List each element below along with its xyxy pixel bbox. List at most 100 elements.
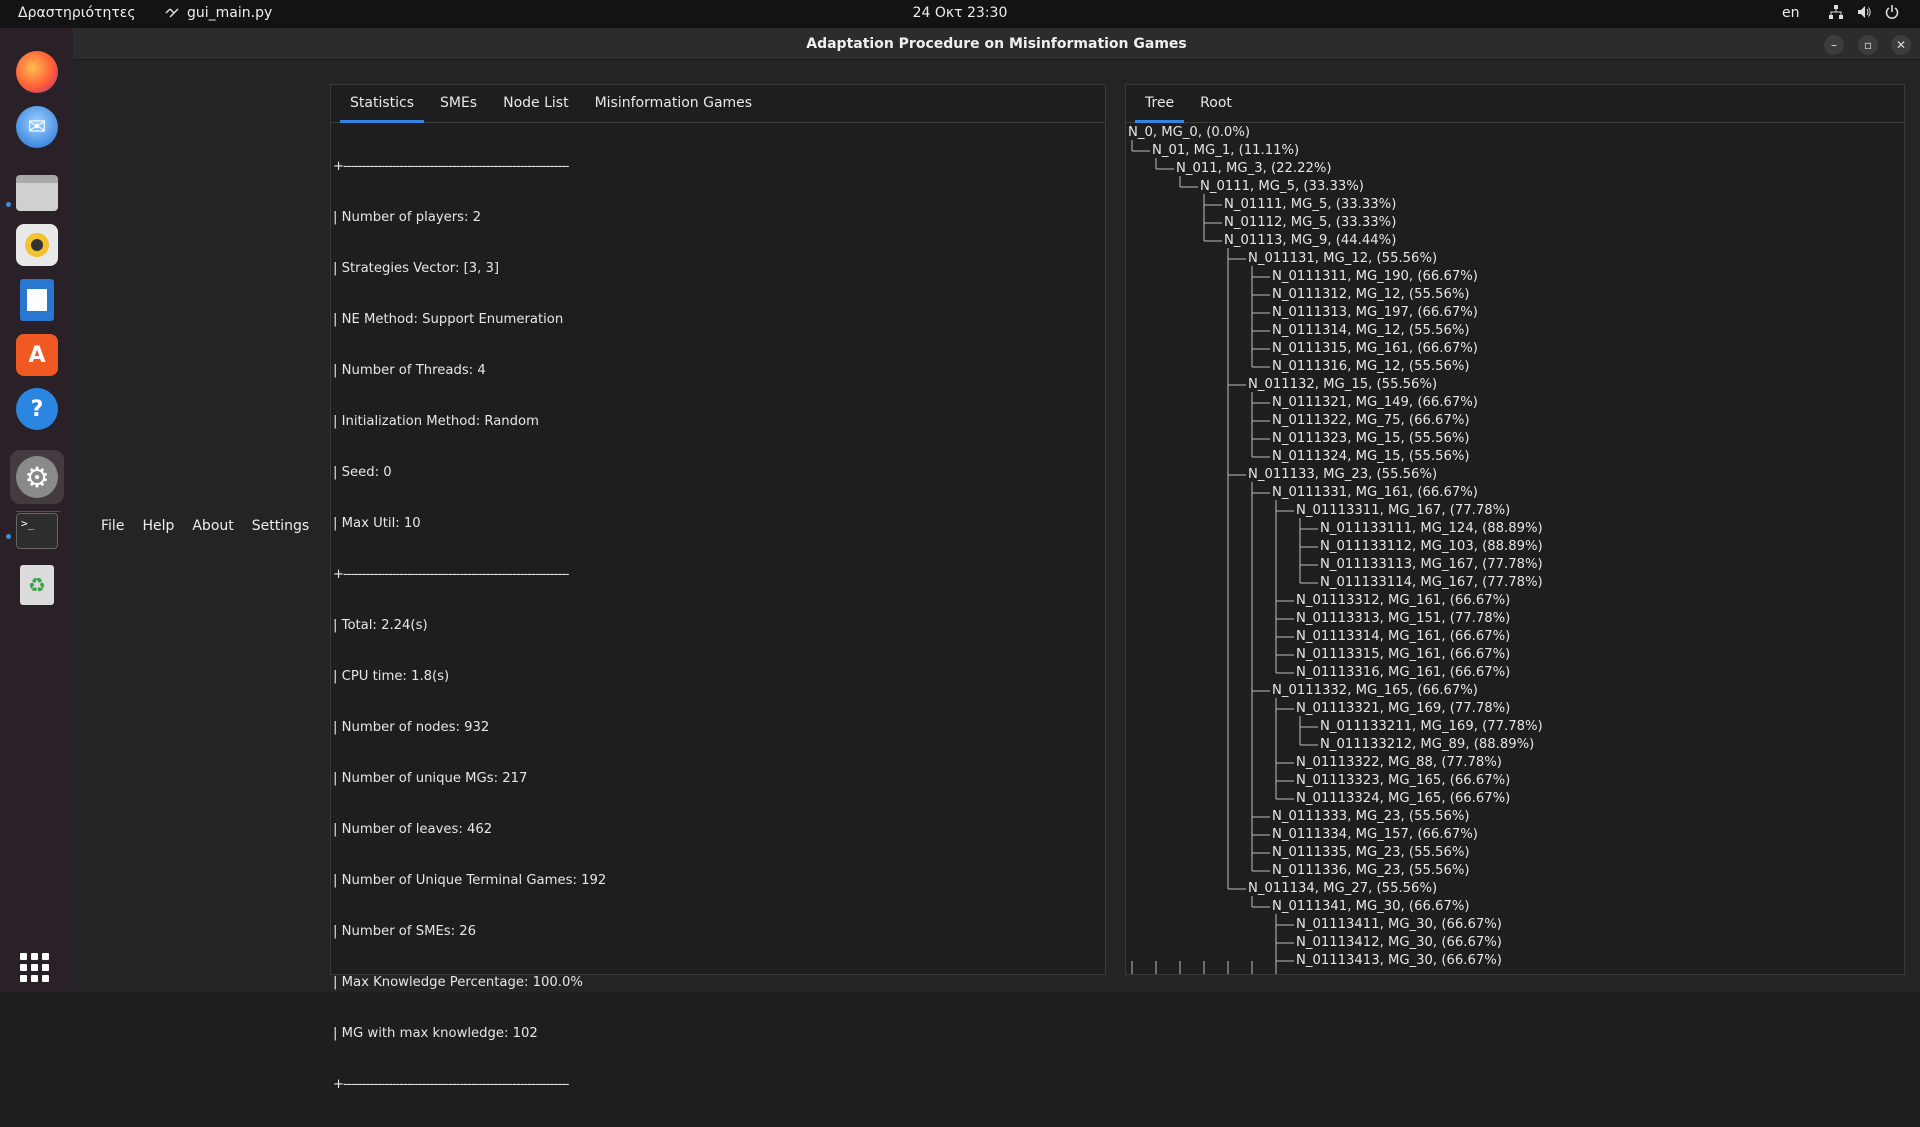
tree-node[interactable]: N_01113314, MG_161, (66.67%)	[1296, 628, 1510, 646]
tree-node[interactable]: N_011133, MG_23, (55.56%)	[1248, 466, 1437, 484]
tree-node[interactable]: N_0111335, MG_23, (55.56%)	[1272, 844, 1470, 862]
tab-statistics[interactable]: Statistics	[340, 85, 424, 123]
menu-settings[interactable]: Settings	[252, 518, 309, 534]
tree-node[interactable]: N_0111324, MG_15, (55.56%)	[1272, 448, 1470, 466]
close-button[interactable]: ✕	[1891, 35, 1911, 55]
files-launcher[interactable]	[10, 166, 64, 220]
tab-tree[interactable]: Tree	[1135, 85, 1185, 123]
tree-node[interactable]: N_011134, MG_27, (55.56%)	[1248, 880, 1437, 898]
software-launcher[interactable]: A	[10, 328, 64, 382]
rhythmbox-launcher[interactable]	[10, 218, 64, 272]
tree-node[interactable]: N_0111322, MG_75, (66.67%)	[1272, 412, 1470, 430]
tree-panel: Tree Root N_0, MG_0, (0.0%) N_01, MG_1, (…	[1125, 84, 1905, 975]
tree-node[interactable]: N_01113311, MG_167, (77.78%)	[1296, 502, 1510, 520]
writer-launcher[interactable]	[10, 273, 64, 327]
tree-node[interactable]: N_0111331, MG_161, (66.67%)	[1272, 484, 1478, 502]
language-indicator[interactable]: en	[1782, 5, 1800, 21]
tab-smes[interactable]: SMEs	[430, 85, 487, 123]
show-apps-button[interactable]	[20, 953, 49, 982]
separator-line: +---------------------------------------…	[333, 1077, 570, 1092]
tree-node[interactable]: N_0111333, MG_23, (55.56%)	[1272, 808, 1470, 826]
maximize-button[interactable]: ▫	[1858, 35, 1878, 55]
tree-node[interactable]: N_0111311, MG_190, (66.67%)	[1272, 268, 1478, 286]
tree-node[interactable]: N_0111341, MG_30, (66.67%)	[1272, 898, 1470, 916]
tree-node[interactable]: N_01113411, MG_30, (66.67%)	[1296, 916, 1502, 934]
stat-leaves: | Number of leaves: 462	[333, 822, 493, 837]
tree-node[interactable]: N_01112, MG_5, (33.33%)	[1224, 214, 1396, 232]
activities-button[interactable]: Δραστηριότητες	[18, 5, 136, 21]
tree-node[interactable]: N_01113316, MG_161, (66.67%)	[1296, 664, 1510, 682]
tree-node[interactable]: N_011133212, MG_89, (88.89%)	[1320, 736, 1534, 754]
tree-node[interactable]: N_0111313, MG_197, (66.67%)	[1272, 304, 1478, 322]
tree-node[interactable]: N_01113323, MG_165, (66.67%)	[1296, 772, 1510, 790]
tab-misinformation-games[interactable]: Misinformation Games	[585, 85, 763, 123]
volume-icon	[1858, 6, 1871, 18]
menu-help[interactable]: Help	[142, 518, 174, 534]
right-tab-bar: Tree Root	[1126, 85, 1904, 123]
tree-node[interactable]: N_01113315, MG_161, (66.67%)	[1296, 646, 1510, 664]
help-launcher[interactable]: ?	[10, 382, 64, 436]
top-bar: Δραστηριότητες gui_main.py 24 Οκτ 23:30 …	[0, 0, 1920, 28]
tab-node-list[interactable]: Node List	[493, 85, 578, 123]
tree-node[interactable]: N_01113313, MG_151, (77.78%)	[1296, 610, 1510, 628]
tree-node[interactable]: N_01111, MG_5, (33.33%)	[1224, 196, 1396, 214]
settings-icon: ⚙	[16, 456, 58, 498]
tree-node[interactable]: N_0111, MG_5, (33.33%)	[1200, 178, 1364, 196]
tree-node[interactable]: N_0111321, MG_149, (66.67%)	[1272, 394, 1478, 412]
app-icon	[165, 8, 179, 18]
stat-max-util: | Max Util: 10	[333, 516, 421, 531]
tree-node[interactable]: N_01113322, MG_88, (77.78%)	[1296, 754, 1502, 772]
settings-launcher[interactable]: ⚙	[10, 450, 64, 504]
minimize-button[interactable]: –	[1824, 35, 1844, 55]
tree-node[interactable]: N_01113312, MG_161, (66.67%)	[1296, 592, 1510, 610]
app-name: gui_main.py	[187, 5, 273, 21]
tree-node[interactable]: N_0111314, MG_12, (55.56%)	[1272, 322, 1470, 340]
tree-node[interactable]: N_0111323, MG_15, (55.56%)	[1272, 430, 1470, 448]
dock: ✉ A ? ⚙ >_ ♻	[0, 28, 73, 992]
tree-node[interactable]: N_011131, MG_12, (55.56%)	[1248, 250, 1437, 268]
statistics-panel: Statistics SMEs Node List Misinformation…	[330, 84, 1106, 1092]
menu-file[interactable]: File	[101, 518, 124, 534]
trash-launcher[interactable]: ♻	[10, 558, 64, 612]
tree-node[interactable]: N_0111312, MG_12, (55.56%)	[1272, 286, 1470, 304]
tree-node[interactable]: N_011133112, MG_103, (88.89%)	[1320, 538, 1543, 556]
tree-node[interactable]: N_0111315, MG_161, (66.67%)	[1272, 340, 1478, 358]
tree-node[interactable]: N_01113, MG_9, (44.44%)	[1224, 232, 1396, 250]
tree-node[interactable]: N_01113321, MG_169, (77.78%)	[1296, 700, 1510, 718]
stat-cpu-time: | CPU time: 1.8(s)	[333, 669, 450, 684]
tree-node[interactable]: N_0111332, MG_165, (66.67%)	[1272, 682, 1478, 700]
statistics-text: +---------------------------------------…	[331, 123, 1105, 1127]
clock[interactable]: 24 Οκτ 23:30	[913, 5, 1008, 21]
tab-root[interactable]: Root	[1190, 85, 1242, 123]
thunderbird-launcher[interactable]: ✉	[10, 100, 64, 154]
tree-node[interactable]: N_01, MG_1, (11.11%)	[1152, 142, 1299, 160]
tree-node[interactable]: N_01113413, MG_30, (66.67%)	[1296, 952, 1502, 970]
tree-node[interactable]: N_0, MG_0, (0.0%)	[1128, 124, 1250, 142]
stat-smes: | Number of SMEs: 26	[333, 924, 477, 939]
tree-node[interactable]: N_011, MG_3, (22.22%)	[1176, 160, 1332, 178]
tree-node[interactable]: N_0111334, MG_157, (66.67%)	[1272, 826, 1478, 844]
trash-icon: ♻	[20, 565, 54, 605]
stat-max-knowledge: | Max Knowledge Percentage: 100.0%	[333, 975, 583, 990]
stat-players: | Number of players: 2	[333, 210, 482, 225]
terminal-launcher[interactable]: >_	[10, 504, 64, 558]
firefox-launcher[interactable]	[10, 45, 64, 99]
thunderbird-icon: ✉	[16, 106, 58, 148]
menu-about[interactable]: About	[192, 518, 233, 534]
tree-node[interactable]: N_011132, MG_15, (55.56%)	[1248, 376, 1437, 394]
system-tray[interactable]	[1828, 4, 1900, 20]
stat-mg-max-knowledge: | MG with max knowledge: 102	[333, 1026, 538, 1041]
stat-total: | Total: 2.24(s)	[333, 618, 428, 633]
tree-node[interactable]: N_0111316, MG_12, (55.56%)	[1272, 358, 1470, 376]
tree-node[interactable]: N_011133113, MG_167, (77.78%)	[1320, 556, 1543, 574]
files-icon	[16, 175, 58, 211]
tree-node[interactable]: N_01113412, MG_30, (66.67%)	[1296, 934, 1502, 952]
tree-node[interactable]: N_01113324, MG_165, (66.67%)	[1296, 790, 1510, 808]
tree-node[interactable]: N_011133211, MG_169, (77.78%)	[1320, 718, 1543, 736]
tree-node[interactable]: N_011133111, MG_124, (88.89%)	[1320, 520, 1543, 538]
title-bar[interactable]: Adaptation Procedure on Misinformation G…	[73, 28, 1920, 60]
tree-node[interactable]: N_011133114, MG_167, (77.78%)	[1320, 574, 1543, 592]
terminal-icon: >_	[16, 513, 58, 549]
tree-node[interactable]: N_0111336, MG_23, (55.56%)	[1272, 862, 1470, 880]
app-menu[interactable]: gui_main.py	[165, 5, 272, 21]
